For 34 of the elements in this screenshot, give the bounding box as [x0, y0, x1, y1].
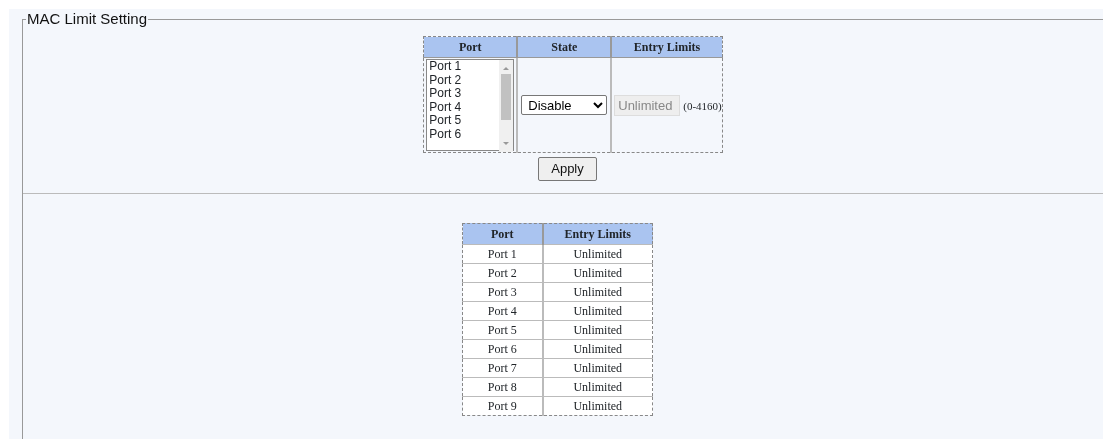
- state-dropdown[interactable]: Disable: [521, 95, 608, 115]
- column-header: Port: [462, 223, 543, 244]
- table-cell: Port 1: [462, 244, 543, 263]
- table-cell: Port 8: [462, 377, 543, 396]
- table-cell: Port 5: [462, 320, 543, 339]
- table-cell: Port 7: [462, 358, 543, 377]
- table-cell: Port 6: [462, 339, 543, 358]
- table-cell: Unlimited: [542, 282, 653, 301]
- column-header: Entry Limits: [542, 223, 653, 244]
- table-cell: Unlimited: [542, 263, 653, 282]
- table-cell: Unlimited: [542, 301, 653, 320]
- table-cell: Unlimited: [542, 377, 653, 396]
- table-cell: Unlimited: [542, 396, 653, 415]
- table-cell: Port 2: [462, 263, 543, 282]
- port-option[interactable]: Port 1: [429, 60, 500, 74]
- apply-button[interactable]: Apply: [538, 157, 597, 181]
- port-option[interactable]: Port 5: [429, 114, 500, 128]
- port-option[interactable]: Port 3: [429, 87, 500, 101]
- table-cell: Unlimited: [542, 320, 653, 339]
- range-hint: (0-4160): [683, 99, 722, 112]
- table-cell: Port 4: [462, 301, 543, 320]
- table-cell: Port 9: [462, 396, 543, 415]
- port-option[interactable]: Port 6: [429, 127, 500, 142]
- column-header: State: [517, 36, 612, 58]
- column-header: Port: [423, 36, 518, 58]
- table-cell: Unlimited: [542, 339, 653, 358]
- scrollbar-drawing[interactable]: [499, 60, 514, 152]
- table-cell: Unlimited: [542, 358, 653, 377]
- port-option[interactable]: Port 2: [429, 73, 500, 88]
- port-listbox[interactable]: Port 1 Port 2 Port 3 Port 4 Port 5 Port 6: [426, 59, 515, 151]
- port-option[interactable]: Port 4: [429, 100, 500, 115]
- column-header: Entry Limits: [611, 36, 723, 58]
- table-cell: Unlimited: [542, 244, 653, 263]
- table-cell: Port 3: [462, 282, 543, 301]
